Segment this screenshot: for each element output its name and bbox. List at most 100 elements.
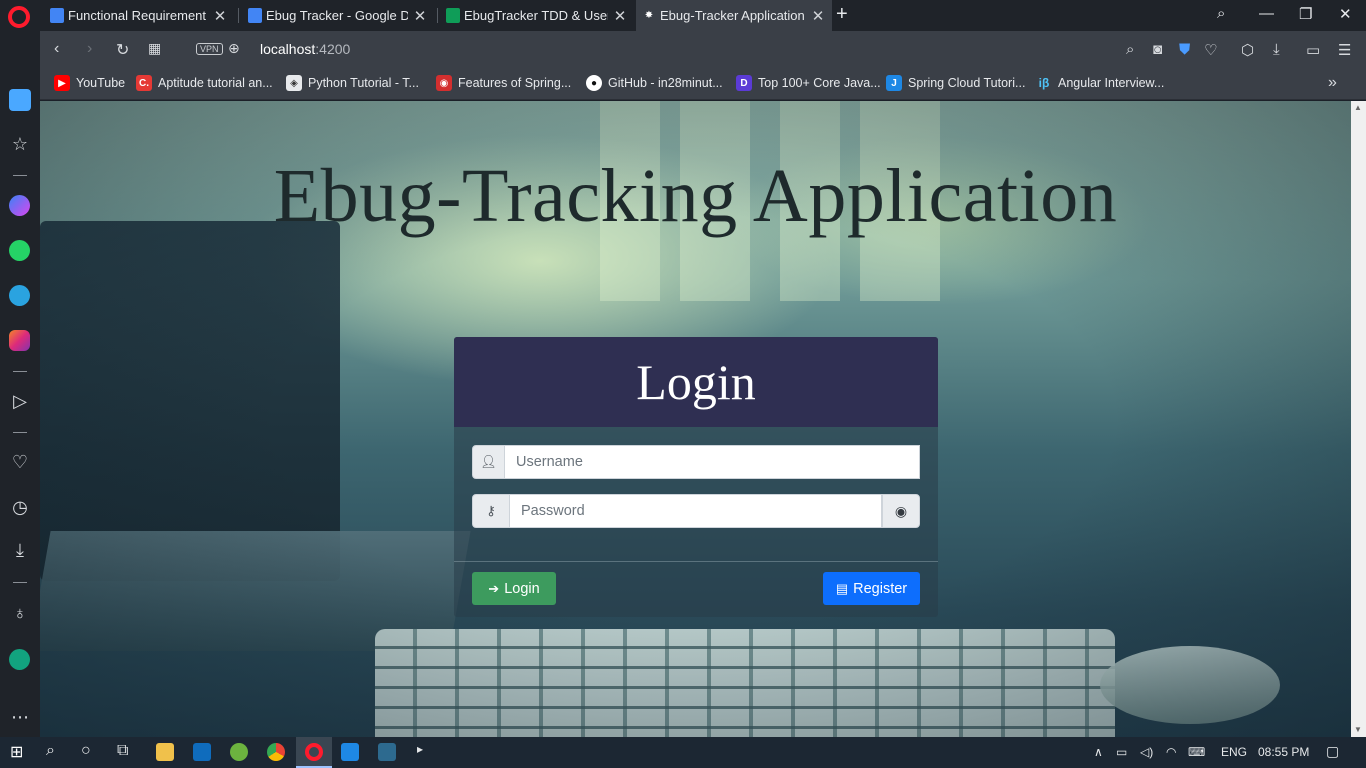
task-view-icon[interactable]: ⧉ bbox=[117, 742, 128, 760]
bookmark-heart-icon[interactable]: ♡ bbox=[1204, 41, 1217, 59]
snapshot-camera-icon[interactable]: ◙ bbox=[1153, 41, 1162, 58]
bookmark-angular-interview[interactable]: iβ Angular Interview... bbox=[1036, 75, 1165, 91]
spring-tool-suite-icon[interactable] bbox=[230, 743, 248, 761]
show-hidden-icons-icon[interactable]: ∧ bbox=[1094, 745, 1103, 759]
login-card: Login 👤︎ ⚷ ◉ ➔ Login ▤ Register bbox=[454, 337, 938, 617]
wifi-icon[interactable]: ◠ bbox=[1166, 745, 1176, 759]
tab-tdd-userstory[interactable]: EbugTracker TDD & UserSto ✕ bbox=[440, 0, 634, 31]
file-explorer-icon[interactable] bbox=[156, 743, 174, 761]
bookmark-spring-features[interactable]: ◉ Features of Spring... bbox=[436, 75, 571, 91]
bookmark-label: Top 100+ Core Java... bbox=[758, 76, 881, 90]
sidebar-downloads-icon[interactable]: ⤓ bbox=[0, 540, 40, 561]
vpn-badge[interactable]: VPN bbox=[196, 43, 223, 55]
forward-icon[interactable]: › bbox=[87, 40, 92, 58]
aria-icon[interactable] bbox=[9, 649, 30, 670]
tab-title: EbugTracker TDD & UserSto bbox=[464, 8, 608, 23]
easy-setup-icon[interactable]: ☰ bbox=[1338, 41, 1351, 59]
battery-saver-icon[interactable]: ▭ bbox=[1306, 41, 1320, 59]
tab-grid-icon[interactable]: ▦ bbox=[148, 40, 161, 57]
bookmark-aptitude[interactable]: C. Aptitude tutorial an... bbox=[136, 75, 273, 91]
taskbar-search-icon[interactable]: ⌕ bbox=[46, 742, 55, 760]
tab-title: Ebug-Tracker Application bbox=[660, 8, 805, 23]
url-field[interactable]: localhost:4200 bbox=[260, 41, 350, 57]
bookmarks-bar: ▶ YouTube C. Aptitude tutorial an... ◈ P… bbox=[40, 69, 1366, 100]
language-indicator[interactable]: ENG bbox=[1221, 745, 1247, 759]
github-icon: ● bbox=[586, 75, 602, 91]
show-password-eye-icon[interactable]: ◉ bbox=[882, 494, 920, 528]
password-input[interactable] bbox=[510, 494, 882, 528]
reload-icon[interactable]: ↻ bbox=[116, 40, 129, 60]
keyboard-icon[interactable]: ⌨ bbox=[1188, 745, 1205, 759]
close-tab-icon[interactable]: ✕ bbox=[212, 7, 228, 25]
back-icon[interactable]: ‹ bbox=[54, 40, 59, 58]
tab-ebug-tracker-doc[interactable]: Ebug Tracker - Google Doc ✕ bbox=[242, 0, 434, 31]
close-tab-icon[interactable]: ✕ bbox=[810, 7, 826, 25]
register-button-label: Register bbox=[853, 580, 908, 597]
whatsapp-icon[interactable] bbox=[9, 240, 30, 261]
lightbulb-icon[interactable]: ♁ bbox=[0, 603, 40, 624]
minimize-icon[interactable]: — bbox=[1259, 5, 1274, 22]
opera-taskbar-icon[interactable] bbox=[305, 743, 323, 761]
restore-icon[interactable]: ❐ bbox=[1299, 5, 1312, 23]
sign-in-icon: ➔ bbox=[488, 580, 500, 596]
windows-start-icon[interactable]: ⊞ bbox=[10, 742, 23, 762]
bookmark-label: Spring Cloud Tutori... bbox=[908, 76, 1026, 90]
vscode-icon[interactable] bbox=[341, 743, 359, 761]
outlook-icon[interactable] bbox=[193, 743, 211, 761]
search-tabs-icon[interactable]: ⌕ bbox=[1217, 5, 1225, 22]
globe-icon[interactable]: ⊕ bbox=[228, 40, 240, 57]
messenger-icon[interactable] bbox=[9, 195, 30, 216]
bookmark-python-tutorial[interactable]: ◈ Python Tutorial - T... bbox=[286, 75, 419, 91]
username-input-group: 👤︎ bbox=[472, 445, 920, 479]
bookmark-youtube[interactable]: ▶ YouTube bbox=[54, 75, 125, 91]
cortana-icon[interactable]: ○ bbox=[81, 742, 91, 760]
clock[interactable]: 08:55 PM bbox=[1258, 745, 1309, 759]
username-input[interactable] bbox=[505, 445, 920, 479]
notifications-icon[interactable]: ▢ bbox=[1326, 743, 1339, 760]
windows-taskbar: ⊞ ⌕ ○ ⧉ ▸ ∧ ▭ ◁) ◠ ⌨ ENG 08:55 PM ▢ bbox=[0, 737, 1366, 768]
sidebar-more-icon[interactable]: ⋯ bbox=[0, 707, 40, 728]
downloads-icon[interactable]: ⤓ bbox=[1273, 41, 1280, 58]
python-tutorial-icon: ◈ bbox=[286, 75, 302, 91]
google-sheets-icon bbox=[446, 8, 460, 23]
history-clock-icon[interactable]: ◷ bbox=[0, 497, 40, 518]
extensions-cube-icon[interactable]: ⬡ bbox=[1241, 41, 1254, 59]
google-docs-icon bbox=[248, 8, 262, 23]
close-tab-icon[interactable]: ✕ bbox=[612, 7, 628, 25]
terminal-icon[interactable]: ▸ bbox=[417, 742, 423, 756]
telegram-icon[interactable] bbox=[9, 285, 30, 306]
chrome-icon[interactable] bbox=[267, 743, 285, 761]
java-icon: D bbox=[736, 75, 752, 91]
battery-icon[interactable]: ▭ bbox=[1116, 745, 1127, 759]
search-page-icon[interactable]: ⌕ bbox=[1126, 41, 1134, 58]
bookmark-github[interactable]: ● GitHub - in28minut... bbox=[586, 75, 723, 91]
pinboard-heart-icon[interactable]: ♡ bbox=[0, 452, 40, 473]
spring-features-icon: ◉ bbox=[436, 75, 452, 91]
scroll-down-icon[interactable]: ▼ bbox=[1354, 725, 1362, 734]
register-button[interactable]: ▤ Register bbox=[823, 572, 920, 605]
sql-developer-icon[interactable] bbox=[378, 743, 396, 761]
bookmark-core-java[interactable]: D Top 100+ Core Java... bbox=[736, 75, 881, 91]
close-window-icon[interactable]: ✕ bbox=[1339, 5, 1352, 23]
player-icon[interactable]: ▷ bbox=[0, 391, 40, 412]
speed-dial-star-icon[interactable]: ☆ bbox=[0, 134, 40, 155]
bookmark-label: Features of Spring... bbox=[458, 76, 572, 90]
bookmark-label: YouTube bbox=[76, 76, 126, 90]
url-port: :4200 bbox=[315, 41, 351, 57]
instagram-icon[interactable] bbox=[9, 330, 30, 351]
login-button[interactable]: ➔ Login bbox=[472, 572, 556, 605]
scroll-up-icon[interactable]: ▲ bbox=[1354, 103, 1362, 112]
adblock-shield-icon[interactable]: ⛊ bbox=[1179, 41, 1190, 58]
new-tab-button[interactable]: + bbox=[836, 3, 848, 26]
home-icon[interactable] bbox=[9, 89, 31, 111]
bookmark-spring-cloud[interactable]: J Spring Cloud Tutori... bbox=[886, 75, 1025, 91]
page-scrollbar[interactable]: ▲ ▼ bbox=[1351, 101, 1366, 737]
volume-icon[interactable]: ◁) bbox=[1140, 745, 1153, 759]
tab-functional-requirement[interactable]: Functional Requirement - G ✕ bbox=[44, 0, 234, 31]
opera-menu-icon[interactable] bbox=[8, 6, 30, 28]
close-tab-icon[interactable]: ✕ bbox=[412, 7, 428, 25]
tab-ebug-tracker-application[interactable]: ✸ Ebug-Tracker Application ✕ bbox=[636, 0, 832, 31]
page-title: Ebug-Tracking Application bbox=[273, 154, 1118, 238]
more-bookmarks-icon[interactable]: » bbox=[1328, 74, 1337, 92]
angular-interview-icon: iβ bbox=[1038, 76, 1050, 90]
